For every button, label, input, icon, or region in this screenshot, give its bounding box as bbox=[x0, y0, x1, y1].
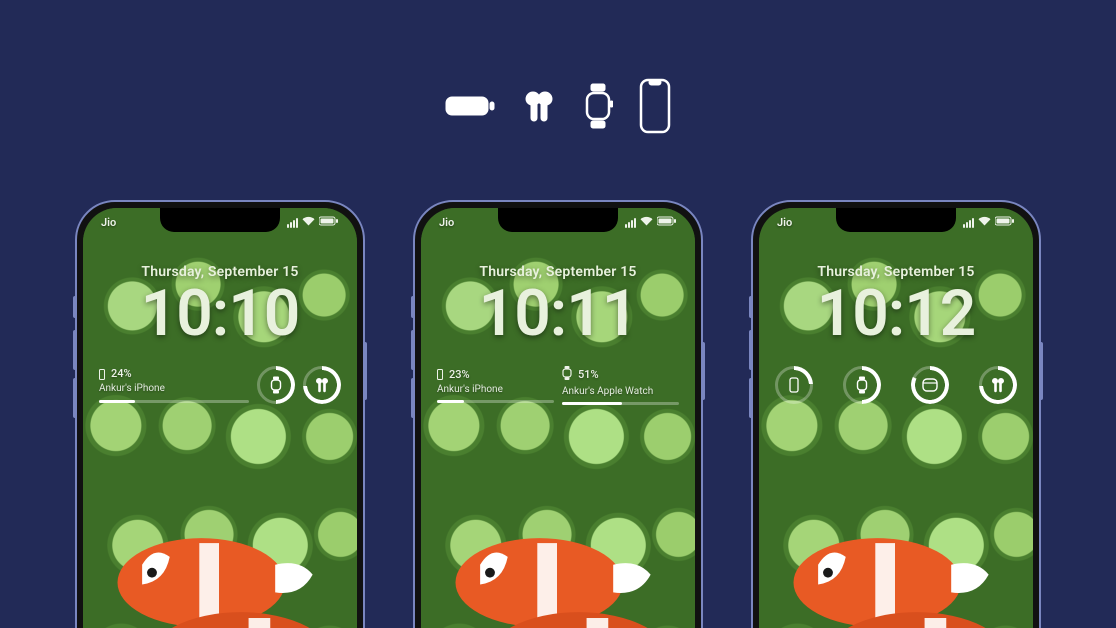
airpods-icon bbox=[521, 89, 557, 123]
status-bar: Jio bbox=[83, 216, 357, 229]
carrier-label: Jio bbox=[439, 216, 454, 229]
wifi-icon bbox=[978, 216, 991, 229]
battery-widget-ring-airpods-case[interactable] bbox=[911, 366, 949, 404]
lockscreen-widgets bbox=[775, 366, 1017, 404]
carrier-label: Jio bbox=[777, 216, 792, 229]
phone-mockup: Jio Thursday, September 15 10:10 bbox=[75, 200, 365, 628]
battery-widget-ring-airpods[interactable] bbox=[979, 366, 1017, 404]
battery-widget-bar[interactable]: 24% Ankur's iPhone bbox=[99, 367, 249, 402]
signal-icon bbox=[963, 218, 974, 228]
iphone-icon bbox=[639, 78, 671, 134]
lockscreen-time: 10:12 bbox=[759, 282, 1033, 346]
battery-widget-bar[interactable]: 51% Ankur's Apple Watch bbox=[562, 366, 679, 405]
lockscreen-time: 10:11 bbox=[421, 282, 695, 346]
wifi-icon bbox=[640, 216, 653, 229]
battery-widget-ring-watch[interactable] bbox=[257, 366, 295, 404]
lockscreen-widgets: 23% Ankur's iPhone 51% Ankur's Apple Wat… bbox=[437, 366, 679, 405]
signal-icon bbox=[625, 218, 636, 228]
header-device-icons bbox=[445, 78, 671, 134]
iphone-icon bbox=[437, 369, 443, 380]
battery-widget-ring-airpods[interactable] bbox=[303, 366, 341, 404]
lockscreen-widgets: 24% Ankur's iPhone bbox=[99, 366, 341, 404]
signal-icon bbox=[287, 218, 298, 228]
phone-mockup: Jio Thursday, September 15 10:11 23% An bbox=[413, 200, 703, 628]
apple-watch-icon bbox=[562, 366, 572, 384]
iphone-icon bbox=[99, 369, 105, 380]
lockscreen-time: 10:10 bbox=[83, 282, 357, 346]
battery-widget-ring-watch[interactable] bbox=[843, 366, 881, 404]
carrier-label: Jio bbox=[101, 216, 116, 229]
battery-icon bbox=[445, 93, 495, 119]
device-name: Ankur's Apple Watch bbox=[562, 386, 679, 399]
device-name: Ankur's iPhone bbox=[437, 384, 554, 397]
battery-status-icon bbox=[995, 216, 1015, 229]
battery-status-icon bbox=[319, 216, 339, 229]
device-name: Ankur's iPhone bbox=[99, 383, 249, 396]
wifi-icon bbox=[302, 216, 315, 229]
battery-percent: 24% bbox=[111, 367, 132, 381]
phones-row: Jio Thursday, September 15 10:10 bbox=[0, 200, 1116, 628]
phone-mockup: Jio Thursday, September 15 10:12 bbox=[751, 200, 1041, 628]
battery-percent: 51% bbox=[578, 368, 599, 382]
apple-watch-icon bbox=[583, 83, 613, 129]
battery-widget-bar[interactable]: 23% Ankur's iPhone bbox=[437, 368, 554, 403]
battery-status-icon bbox=[657, 216, 677, 229]
status-bar: Jio bbox=[421, 216, 695, 229]
battery-widget-ring-iphone[interactable] bbox=[775, 366, 813, 404]
status-bar: Jio bbox=[759, 216, 1033, 229]
battery-percent: 23% bbox=[449, 368, 470, 382]
